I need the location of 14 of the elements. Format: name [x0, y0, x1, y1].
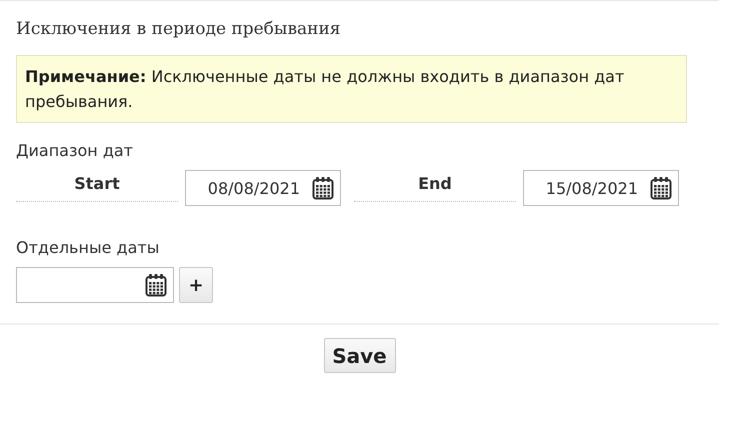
- calendar-icon[interactable]: [650, 176, 672, 200]
- section-title: Исключения в периоде пребывания: [16, 19, 342, 39]
- add-button[interactable]: +: [179, 267, 213, 303]
- date-label: End: [354, 174, 516, 202]
- calendar-icon[interactable]: [145, 273, 167, 297]
- date-field[interactable]: 08/08/2021: [185, 170, 341, 206]
- note-message: Примечание: Исключенные даты не должны входить в диапазон дат пребывания.: [16, 55, 687, 123]
- date-field[interactable]: 15/08/2021: [523, 170, 679, 206]
- calendar-icon[interactable]: [312, 176, 334, 200]
- date-label: Start: [16, 174, 178, 202]
- save-button[interactable]: Save: [324, 338, 396, 373]
- date-field[interactable]: [16, 267, 174, 303]
- field-label: Отдельные даты: [16, 238, 160, 257]
- field-label: Диапазон дат: [16, 141, 134, 160]
